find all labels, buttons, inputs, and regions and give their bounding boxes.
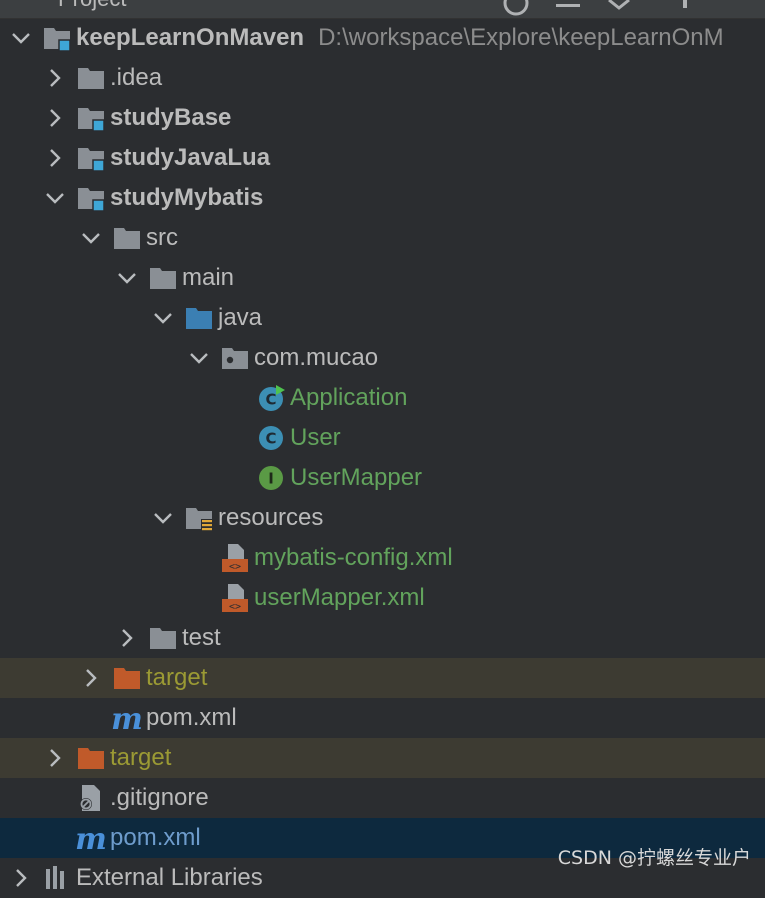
folder-label-outer-target: target bbox=[110, 744, 172, 771]
folder-label-main: main bbox=[182, 264, 235, 291]
tree-row-main[interactable]: main bbox=[0, 258, 765, 298]
project-name: keepLearnOnMaven bbox=[76, 24, 305, 51]
runnable-class-icon: C bbox=[256, 383, 286, 413]
tree-row-outer-target[interactable]: target bbox=[0, 738, 765, 778]
chevron-right-icon[interactable] bbox=[78, 665, 104, 691]
project-tree: keepLearnOnMaven D:\workspace\Explore\ke… bbox=[0, 18, 765, 898]
tree-row-idea[interactable]: .idea bbox=[0, 58, 765, 98]
project-panel-header: Project bbox=[0, 0, 765, 19]
package-label: com.mucao bbox=[254, 344, 379, 371]
folder-icon bbox=[148, 623, 178, 653]
folder-label-idea: .idea bbox=[110, 64, 163, 91]
file-label-inner-pom: pom.xml bbox=[146, 704, 237, 731]
globe-icon[interactable] bbox=[503, 0, 529, 16]
file-label-outer-pom: pom.xml bbox=[110, 824, 201, 851]
tree-row-mybatis-config[interactable]: <> mybatis-config.xml bbox=[0, 538, 765, 578]
xml-file-icon: <> bbox=[220, 583, 250, 613]
module-folder-icon bbox=[76, 103, 106, 133]
chevron-down-icon[interactable] bbox=[150, 305, 176, 331]
chevron-down-icon[interactable] bbox=[78, 225, 104, 251]
tree-row-inner-pom[interactable]: m pom.xml bbox=[0, 698, 765, 738]
file-label-usermapper-xml: userMapper.xml bbox=[254, 584, 425, 611]
tree-row-studyjavalua[interactable]: studyJavaLua bbox=[0, 138, 765, 178]
watermark: CSDN @拧螺丝专业户 bbox=[557, 847, 751, 869]
external-libraries-label: External Libraries bbox=[76, 864, 263, 891]
module-label-studyjavalua: studyJavaLua bbox=[110, 144, 271, 171]
resources-folder-icon bbox=[184, 503, 214, 533]
excluded-folder-icon bbox=[76, 743, 106, 773]
folder-label-java: java bbox=[218, 304, 263, 331]
ignore-file-icon bbox=[76, 783, 106, 813]
tree-row-gitignore[interactable]: .gitignore bbox=[0, 778, 765, 818]
folder-label-resources: resources bbox=[218, 504, 324, 531]
svg-text:<>: <> bbox=[229, 602, 241, 613]
tree-row-user[interactable]: C User bbox=[0, 418, 765, 458]
library-icon bbox=[42, 863, 72, 893]
tree-row-usermapper-xml[interactable]: <> userMapper.xml bbox=[0, 578, 765, 618]
chevron-down-icon[interactable] bbox=[42, 185, 68, 211]
interface-icon: I bbox=[256, 463, 286, 493]
svg-text:C: C bbox=[265, 391, 276, 409]
svg-text:m: m bbox=[112, 703, 142, 733]
svg-text:m: m bbox=[76, 823, 106, 853]
panel-title: Project bbox=[58, 0, 126, 12]
tree-row-studymybatis[interactable]: studyMybatis bbox=[0, 178, 765, 218]
module-label-studybase: studyBase bbox=[110, 104, 232, 131]
chevron-right-icon[interactable] bbox=[42, 65, 68, 91]
xml-file-icon: <> bbox=[220, 543, 250, 573]
chevron-down-icon[interactable] bbox=[8, 25, 34, 51]
source-folder-icon bbox=[184, 303, 214, 333]
chevron-right-icon[interactable] bbox=[42, 745, 68, 771]
package-icon bbox=[220, 343, 250, 373]
tree-row-java[interactable]: java bbox=[0, 298, 765, 338]
expand-all-icon[interactable] bbox=[606, 0, 632, 16]
chevron-down-icon[interactable] bbox=[150, 505, 176, 531]
collapse-all-icon[interactable] bbox=[555, 0, 581, 16]
file-label-gitignore: .gitignore bbox=[110, 784, 209, 811]
tree-row-usermapper[interactable]: I UserMapper bbox=[0, 458, 765, 498]
tree-row-resources[interactable]: resources bbox=[0, 498, 765, 538]
folder-icon bbox=[148, 263, 178, 293]
folder-label-inner-target: target bbox=[146, 664, 208, 691]
folder-label-test: test bbox=[182, 624, 221, 651]
maven-icon: m bbox=[112, 703, 142, 733]
module-folder-icon bbox=[76, 143, 106, 173]
tree-row-package[interactable]: com.mucao bbox=[0, 338, 765, 378]
svg-text:<>: <> bbox=[229, 562, 241, 573]
chevron-down-icon[interactable] bbox=[114, 265, 140, 291]
folder-label-src: src bbox=[146, 224, 178, 251]
chevron-right-icon[interactable] bbox=[42, 105, 68, 131]
module-label-studymybatis: studyMybatis bbox=[110, 184, 264, 211]
module-folder-icon bbox=[42, 23, 72, 53]
tree-row-src[interactable]: src bbox=[0, 218, 765, 258]
tree-row-root[interactable]: keepLearnOnMaven D:\workspace\Explore\ke… bbox=[0, 18, 765, 58]
chevron-right-icon[interactable] bbox=[114, 625, 140, 651]
class-icon: C bbox=[256, 423, 286, 453]
folder-icon bbox=[76, 63, 106, 93]
chevron-right-icon[interactable] bbox=[8, 865, 34, 891]
tree-row-test[interactable]: test bbox=[0, 618, 765, 658]
settings-icon[interactable] bbox=[672, 0, 698, 16]
file-label-mybatis-config: mybatis-config.xml bbox=[254, 544, 453, 571]
chevron-down-icon[interactable] bbox=[186, 345, 212, 371]
tree-row-inner-target[interactable]: target bbox=[0, 658, 765, 698]
folder-icon bbox=[112, 223, 142, 253]
tree-row-application[interactable]: C Application bbox=[0, 378, 765, 418]
project-path: D:\workspace\Explore\keepLearnOnM bbox=[318, 24, 724, 51]
tree-row-studybase[interactable]: studyBase bbox=[0, 98, 765, 138]
svg-text:I: I bbox=[268, 470, 274, 488]
chevron-right-icon[interactable] bbox=[42, 145, 68, 171]
excluded-folder-icon bbox=[112, 663, 142, 693]
file-label-user: User bbox=[290, 424, 341, 451]
file-label-usermapper: UserMapper bbox=[290, 464, 423, 491]
maven-icon: m bbox=[76, 823, 106, 853]
svg-text:C: C bbox=[265, 430, 276, 448]
file-label-application: Application bbox=[290, 384, 408, 411]
module-folder-icon bbox=[76, 183, 106, 213]
